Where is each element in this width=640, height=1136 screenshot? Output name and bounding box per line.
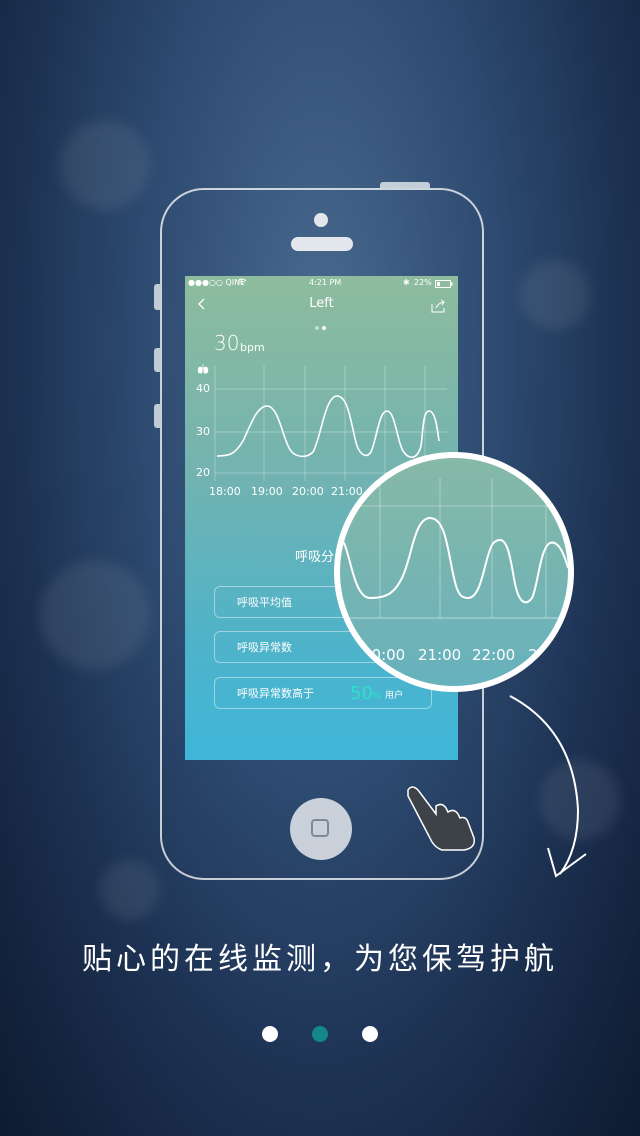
bokeh-light xyxy=(60,120,150,210)
magnifier: 20:00 21:00 22:00 23 xyxy=(334,452,574,692)
bokeh-light xyxy=(520,260,590,330)
x-tick-label: 18:00 xyxy=(209,485,241,498)
phone-camera xyxy=(314,213,328,227)
zoom-x-tick-label: 21:00 xyxy=(418,646,462,664)
breath-line xyxy=(216,395,440,458)
zoom-x-tick-label: 22:00 xyxy=(472,646,516,664)
stat-label: 呼吸异常数 xyxy=(237,641,292,654)
hand-pointer-icon xyxy=(402,784,480,856)
phone-speaker xyxy=(291,237,353,251)
x-tick-label: 20:00 xyxy=(292,485,324,498)
magnified-breath-line xyxy=(340,516,568,604)
page-dot-active[interactable] xyxy=(312,1026,328,1042)
bokeh-light xyxy=(100,860,160,920)
stat-label: 呼吸平均值 xyxy=(237,596,292,609)
zoom-x-tick-label: 20:00 xyxy=(362,646,406,664)
curved-arrow-icon xyxy=(504,690,594,884)
page-dot[interactable] xyxy=(362,1026,378,1042)
stat-label: 呼吸异常数高于 xyxy=(237,687,314,700)
bokeh-light xyxy=(40,560,150,670)
home-button xyxy=(290,798,352,860)
x-tick-label: 19:00 xyxy=(251,485,283,498)
page-dot[interactable] xyxy=(262,1026,278,1042)
home-button-square xyxy=(311,819,329,837)
section-title: 呼吸分 xyxy=(295,550,335,565)
page-indicator xyxy=(262,1026,412,1046)
caption-text: 贴心的在线监测，为您保驾护航 xyxy=(82,942,558,977)
zoom-x-tick-label: 23 xyxy=(528,646,548,664)
